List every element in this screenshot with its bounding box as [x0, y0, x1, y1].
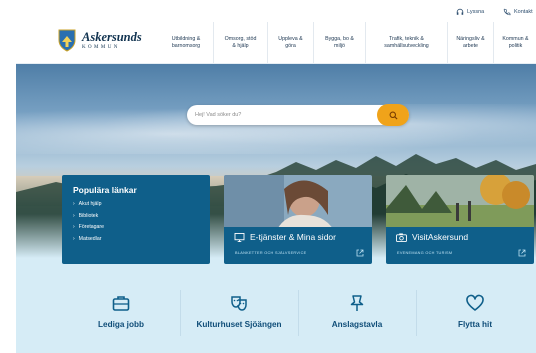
left-edge [0, 22, 16, 353]
nav-item-utbildning[interactable]: Utbildning & barnomsorg [159, 22, 213, 63]
external-link-icon [356, 249, 364, 257]
site-logo[interactable]: Askersunds KOMMUN [58, 28, 142, 52]
nav-item-omsorg[interactable]: Omsorg, stöd & hjälp [213, 22, 267, 63]
search-button[interactable] [377, 104, 409, 126]
coat-of-arms-icon [58, 29, 76, 52]
quick-link-label: Anslagstavla [331, 320, 383, 329]
main-nav: Utbildning & barnomsorg Omsorg, stöd & hjä… [159, 22, 536, 63]
card-photo-person [224, 175, 372, 235]
card-label: E-tjänster & Mina sidor [250, 232, 336, 242]
contact-link[interactable]: Kontakt [503, 8, 533, 16]
nav-item-trafik[interactable]: Trafik, teknik & samhällsutveckling [365, 22, 447, 63]
search-input[interactable] [195, 109, 375, 121]
briefcase-icon [112, 296, 130, 311]
chevron-right-icon: › [73, 224, 75, 230]
chevron-right-icon: › [73, 235, 75, 242]
phone-icon [503, 8, 511, 16]
card-e-tjanster[interactable]: E-tjänster & Mina sidor BLANKETTER OCH S… [224, 175, 372, 264]
pushpin-icon [350, 295, 364, 311]
popular-links-panel: Populära länkar › Akut hjälp › Bibliotek ›… [62, 175, 210, 264]
card-photo-forest [386, 175, 534, 235]
heart-icon [466, 294, 484, 311]
external-link-icon [518, 249, 526, 257]
nav-item-naringsliv[interactable]: Näringsliv & arbete [447, 22, 493, 63]
card-subtitle: BLANKETTER OCH SJÄLVSERVICE [235, 251, 307, 255]
card-subtitle: EVENEMANG OCH TURISM [397, 251, 453, 255]
site-header: Askersunds KOMMUN Utbildning & barnomsorg… [16, 22, 536, 64]
quick-link-label: Flytta hit [457, 320, 493, 329]
computer-icon [234, 232, 245, 242]
search-icon [389, 111, 398, 120]
search-box [187, 105, 409, 125]
logo-name: Askersunds [82, 29, 142, 44]
quick-link-flytta-hit[interactable]: Flytta hit [416, 284, 534, 344]
listen-link[interactable]: Lyssna [456, 8, 484, 16]
utility-bar: Lyssna Kontakt [0, 0, 536, 22]
quick-link-label: Kulturhuset Sjöängen [196, 320, 282, 329]
popular-links-title: Populära länkar [73, 185, 137, 195]
theater-masks-icon [231, 296, 247, 311]
headphones-icon [456, 8, 464, 15]
logo-sub: KOMMUN [82, 44, 120, 50]
camera-icon [396, 232, 407, 242]
popular-link-bibliotek[interactable]: › Bibliotek [73, 213, 199, 219]
quick-link-label: Lediga jobb [98, 320, 144, 329]
chevron-right-icon: › [73, 201, 75, 207]
card-visitaskersund[interactable]: VisitAskersund EVENEMANG OCH TURISM [386, 175, 534, 264]
contact-label: Kontakt [514, 9, 533, 15]
card-label: VisitAskersund [412, 232, 469, 242]
quick-link-kulturhuset[interactable]: Kulturhuset Sjöängen [180, 284, 298, 344]
listen-label: Lyssna [467, 9, 485, 15]
nav-item-bygga[interactable]: Bygga, bo & miljö [313, 22, 365, 63]
chevron-right-icon: › [73, 212, 75, 219]
popular-link-akut[interactable]: › Akut hjälp [73, 201, 199, 207]
popular-link-foretagare[interactable]: › Företagare [73, 224, 199, 230]
nav-item-uppleva[interactable]: Uppleva & göra [267, 22, 313, 63]
quick-link-anslagstavla[interactable]: Anslagstavla [298, 284, 416, 344]
nav-item-kommun[interactable]: Kommun & politik [493, 22, 536, 63]
popular-link-matsedlar[interactable]: › Matsedlar [73, 236, 199, 242]
quick-link-lediga-jobb[interactable]: Lediga jobb [62, 284, 180, 344]
